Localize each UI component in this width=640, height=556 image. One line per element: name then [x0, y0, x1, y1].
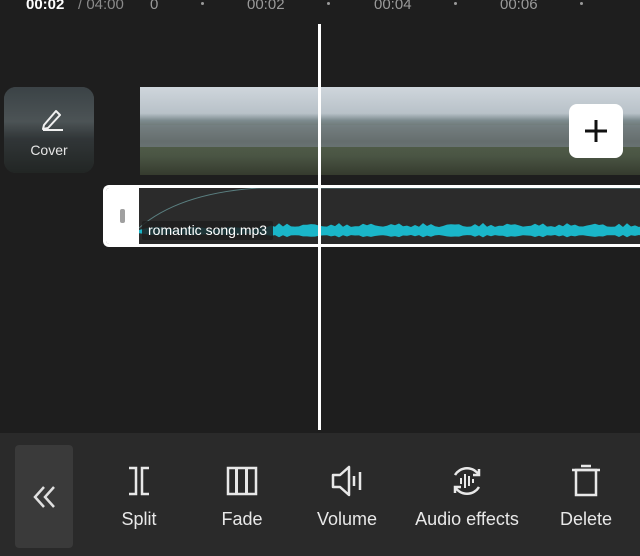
ruler-dot [580, 2, 583, 5]
audio-effects-button[interactable]: Audio effects [405, 463, 529, 530]
plus-icon [585, 120, 607, 142]
delete-icon [572, 464, 600, 497]
tool-label: Delete [559, 509, 613, 529]
back-button[interactable] [15, 445, 73, 548]
pencil-icon [42, 110, 63, 131]
volume-icon [331, 465, 362, 497]
video-track[interactable] [140, 87, 640, 175]
cover-button[interactable]: Cover [4, 87, 94, 173]
cover-label: Cover [30, 142, 68, 158]
tool-label: Split [121, 509, 157, 529]
trim-handle-grip [120, 209, 125, 223]
ruler-label: 00:04 [374, 0, 412, 13]
ruler-partial-label: 0 [150, 0, 159, 13]
timeline-ruler: 00:02 / 04:00 0 00:02 00:04 00:06 [0, 0, 640, 14]
current-time: 00:02 [26, 0, 65, 13]
video-frame [408, 87, 498, 175]
bottom-toolbar: Split Fade Volume Audio effects Delete [0, 433, 640, 556]
fade-button[interactable]: Fade [219, 463, 265, 530]
split-icon [129, 466, 149, 496]
double-chevron-left-icon [33, 485, 55, 508]
audio-clip-name: romantic song.mp3 [142, 221, 274, 240]
tool-label: Audio effects [415, 509, 519, 529]
audio-clip[interactable]: romantic song.mp3 [103, 185, 640, 247]
tool-label: Volume [316, 509, 378, 529]
video-frame [140, 87, 228, 175]
delete-button[interactable]: Delete [555, 463, 617, 530]
volume-button[interactable]: Volume [313, 463, 381, 530]
ruler-label: 00:06 [500, 0, 538, 13]
video-frame [228, 87, 320, 175]
add-clip-button[interactable] [569, 104, 623, 158]
ruler-dot [454, 2, 457, 5]
tool-label: Fade [221, 509, 263, 529]
ruler-dot [327, 2, 330, 5]
fade-icon [226, 466, 258, 496]
ruler-dot [201, 2, 204, 5]
split-button[interactable]: Split [115, 463, 163, 530]
playhead[interactable] [318, 24, 321, 430]
total-time: / 04:00 [78, 0, 124, 13]
ruler-label: 00:02 [247, 0, 285, 13]
audio-effects-icon [453, 466, 481, 496]
video-frame [320, 87, 408, 175]
